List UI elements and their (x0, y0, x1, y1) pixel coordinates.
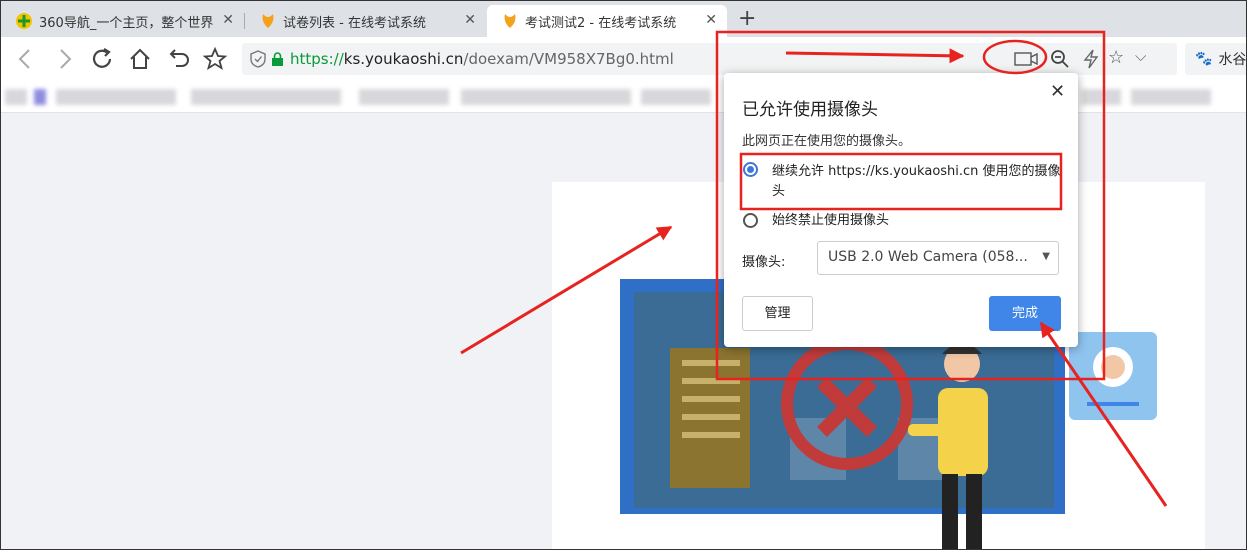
bookmark-blur (5, 89, 27, 105)
lock-icon (272, 52, 283, 66)
url-path: /doexam/VM958X7Bg0.html (463, 50, 674, 68)
caret-down-icon: ▼ (1042, 251, 1050, 262)
url-text: https://ks.youkaoshi.cn/doexam/VM958X7Bg… (290, 50, 674, 68)
bolt-icon[interactable] (1082, 49, 1100, 69)
new-tab-button[interactable]: + (738, 6, 756, 31)
popup-title: 已允许使用摄像头 (742, 100, 878, 120)
tab-title: 360导航_一个主页，整个世界 (39, 15, 214, 31)
paw-icon: 🐾 (1195, 51, 1213, 67)
shield-icon (250, 50, 266, 68)
tab-close-icon[interactable]: ✕ (222, 12, 234, 28)
home-icon[interactable] (127, 46, 153, 72)
tab-strip: 360导航_一个主页，整个世界 ✕ 试卷列表 - 在线考试系统 ✕ 考试测试2 … (1, 1, 1246, 37)
camera-label: 摄像头: (742, 255, 786, 270)
tab-title: 考试测试2 - 在线考试系统 (525, 15, 677, 31)
manage-button[interactable]: 管理 (742, 296, 813, 331)
search-chip-label: 水谷 (1218, 52, 1247, 68)
tab-close-icon[interactable]: ✕ (464, 12, 476, 28)
bookmark-blur (191, 89, 341, 105)
bookmark-blur (359, 89, 449, 105)
camera-select-value: USB 2.0 Web Camera (058... (828, 249, 1028, 265)
allow-radio[interactable] (743, 162, 758, 177)
bookmark-blur (56, 89, 176, 105)
url-host: ks.youkaoshi.cn (343, 50, 464, 68)
bookmark-star-icon[interactable]: ☆ (1108, 47, 1124, 68)
bookmark-blur (641, 89, 711, 105)
popup-description: 此网页正在使用您的摄像头。 (742, 134, 912, 149)
zoom-icon[interactable] (1050, 49, 1070, 69)
forward-icon[interactable] (51, 46, 77, 72)
tab-title: 试卷列表 - 在线考试系统 (283, 15, 426, 31)
block-radio[interactable] (743, 213, 758, 228)
360-favicon-icon (16, 13, 32, 29)
bookmark-blur (34, 89, 46, 105)
camera-permission-popup: 已允许使用摄像头 ✕ 此网页正在使用您的摄像头。 继续允许 https://ks… (724, 73, 1078, 347)
camera-select[interactable]: USB 2.0 Web Camera (058... ▼ (817, 241, 1059, 275)
search-engine-chip[interactable]: 🐾 水谷 (1185, 43, 1247, 75)
tab-exam-list[interactable]: 试卷列表 - 在线考试系统 ✕ (245, 5, 486, 37)
back-icon[interactable] (13, 46, 39, 72)
close-icon[interactable]: ✕ (1050, 81, 1065, 102)
chevron-down-icon[interactable]: ⌵ (1135, 47, 1146, 65)
done-button[interactable]: 完成 (989, 296, 1061, 331)
camera-icon[interactable] (1014, 51, 1038, 67)
exam-favicon-icon (262, 14, 274, 28)
bookmark-blur (1131, 89, 1211, 105)
block-option-label[interactable]: 始终禁止使用摄像头 (772, 211, 889, 231)
address-bar[interactable]: https://ks.youkaoshi.cn/doexam/VM958X7Bg… (242, 43, 1177, 75)
bookmark-blur (1081, 89, 1121, 105)
tab-exam-test[interactable]: 考试测试2 - 在线考试系统 ✕ (487, 5, 727, 37)
tab-close-icon[interactable]: ✕ (705, 12, 717, 28)
reload-icon[interactable] (89, 46, 115, 72)
bookmark-blur (461, 89, 631, 105)
star-icon[interactable] (202, 46, 228, 72)
tab-360-nav[interactable]: 360导航_一个主页，整个世界 ✕ (1, 5, 244, 37)
browser-window: 360导航_一个主页，整个世界 ✕ 试卷列表 - 在线考试系统 ✕ 考试测试2 … (0, 0, 1247, 550)
url-scheme: https:// (290, 50, 344, 68)
allow-option-label[interactable]: 继续允许 https://ks.youkaoshi.cn 使用您的摄像头 (772, 162, 1062, 202)
undo-icon[interactable] (164, 46, 190, 72)
exam-favicon-icon (504, 14, 516, 28)
